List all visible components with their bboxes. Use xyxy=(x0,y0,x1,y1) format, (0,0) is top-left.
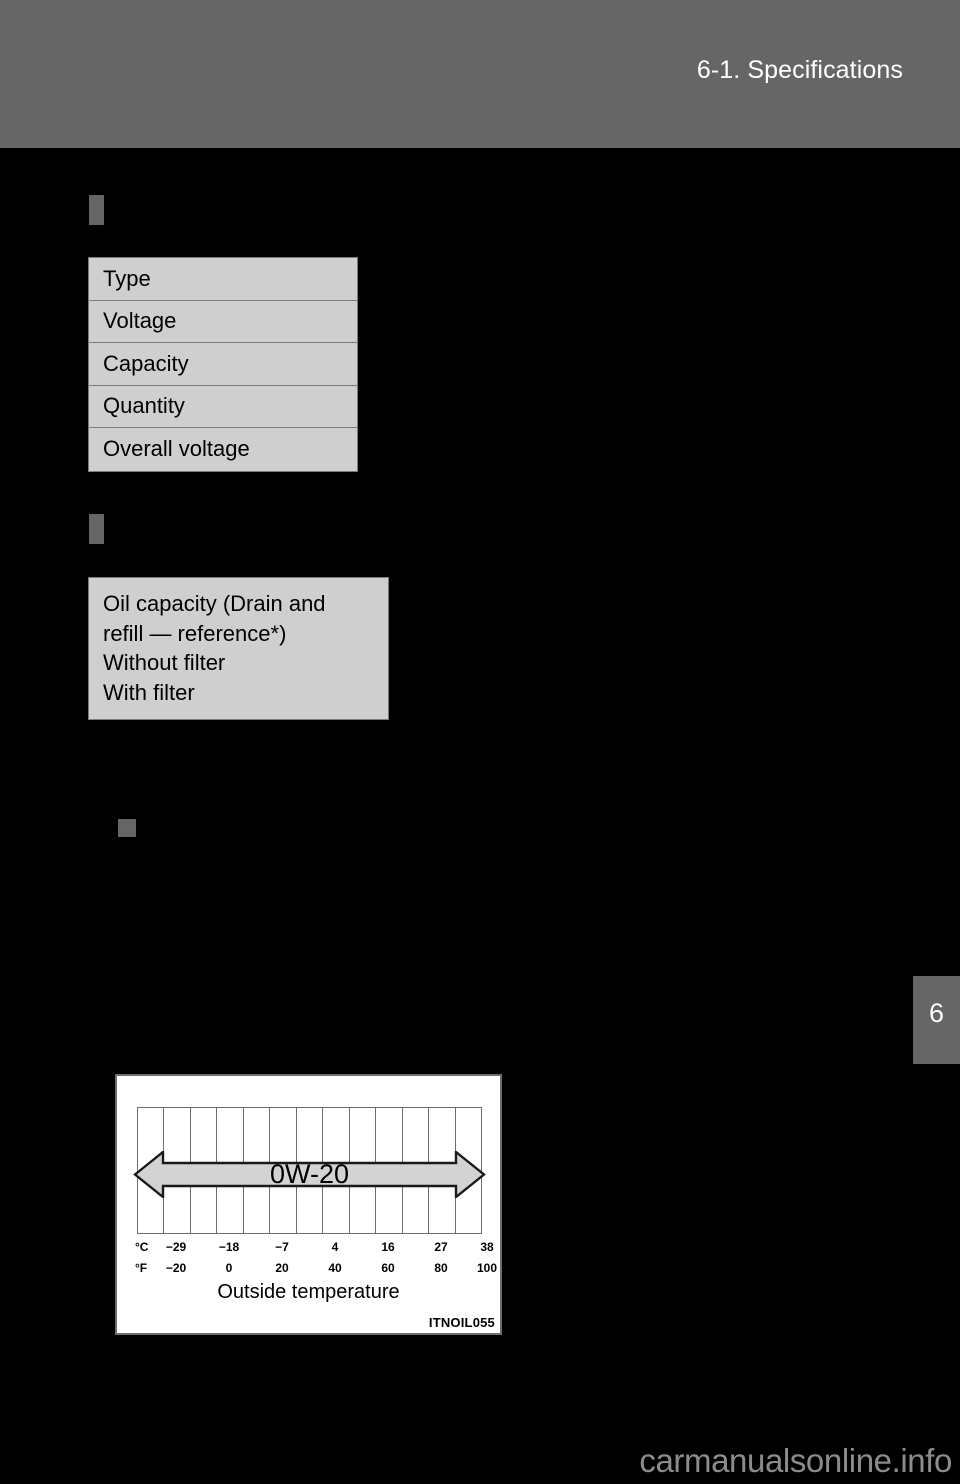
tick-label: 100 xyxy=(476,1261,498,1275)
table-row: Quantity xyxy=(89,386,357,428)
section-bullet-oil-viscosity-icon xyxy=(118,819,136,837)
oil-viscosity-figure: 0W-20 °C −29 −18 −7 4 16 27 38 °F −20 0 xyxy=(115,1074,502,1335)
site-watermark: carmanualsonline.info xyxy=(639,1442,952,1479)
tick-label: 27 xyxy=(434,1240,448,1254)
tick-label: 20 xyxy=(275,1261,289,1275)
table-row: Voltage xyxy=(89,301,357,343)
tick-label: 0 xyxy=(225,1261,233,1275)
tick-label: 38 xyxy=(480,1240,494,1254)
chapter-tab-number: 6 xyxy=(928,998,945,1028)
table-row: Capacity xyxy=(89,343,357,386)
viscosity-range-arrow: 0W-20 xyxy=(133,1149,486,1200)
fahrenheit-scale-row: °F −20 0 20 40 60 80 100 xyxy=(135,1261,497,1282)
table-cell-label: Type xyxy=(103,265,151,291)
table-cell-label: Overall voltage xyxy=(103,436,250,462)
viscosity-grade-label: 0W-20 xyxy=(269,1159,350,1189)
temperature-scale: °C −29 −18 −7 4 16 27 38 °F −20 0 20 40 … xyxy=(135,1240,497,1284)
tick-label: 16 xyxy=(381,1240,395,1254)
table-row: Type xyxy=(89,258,357,301)
page-title: 6-1. Specifications xyxy=(696,56,903,84)
engine-oil-capacity-table: Oil capacity (Drain and refill — referen… xyxy=(88,577,389,720)
table-cell-label: Capacity xyxy=(103,350,189,376)
figure-code: ITNOIL055 xyxy=(428,1315,495,1330)
table-row: Oil capacity (Drain and refill — referen… xyxy=(89,578,388,719)
manual-page: 6-1. Specifications 6 Type Voltage Capac… xyxy=(0,0,960,1484)
table-cell-line: refill — reference*) xyxy=(103,620,287,646)
section-bullet-engine-oil-icon xyxy=(89,514,104,544)
table-cell-line: Oil capacity (Drain and xyxy=(103,591,326,616)
table-cell-label: Voltage xyxy=(103,308,177,334)
tick-label: −18 xyxy=(218,1240,240,1254)
table-cell-label: Quantity xyxy=(103,393,185,419)
chapter-tab[interactable]: 6 xyxy=(913,976,960,1064)
tick-label: 80 xyxy=(434,1261,448,1275)
table-cell-line: With filter xyxy=(103,679,195,705)
tick-label: −29 xyxy=(165,1240,187,1254)
table-row: Overall voltage xyxy=(89,428,357,471)
tick-label: −7 xyxy=(275,1240,289,1254)
section-bullet-battery-icon xyxy=(89,195,104,225)
tick-label: 4 xyxy=(331,1240,339,1254)
table-cell-line: Without filter xyxy=(103,650,226,675)
fahrenheit-unit-label: °F xyxy=(135,1261,148,1275)
page-header-bar: 6-1. Specifications xyxy=(0,0,960,148)
tick-label: −20 xyxy=(165,1261,187,1275)
figure-caption: Outside temperature xyxy=(217,1281,400,1303)
celsius-scale-row: °C −29 −18 −7 4 16 27 38 xyxy=(135,1240,494,1261)
tick-label: 40 xyxy=(328,1261,342,1275)
battery-specifications-table: Type Voltage Capacity Quantity Overall v… xyxy=(88,257,358,472)
tick-label: 60 xyxy=(381,1261,395,1275)
celsius-unit-label: °C xyxy=(135,1240,149,1254)
